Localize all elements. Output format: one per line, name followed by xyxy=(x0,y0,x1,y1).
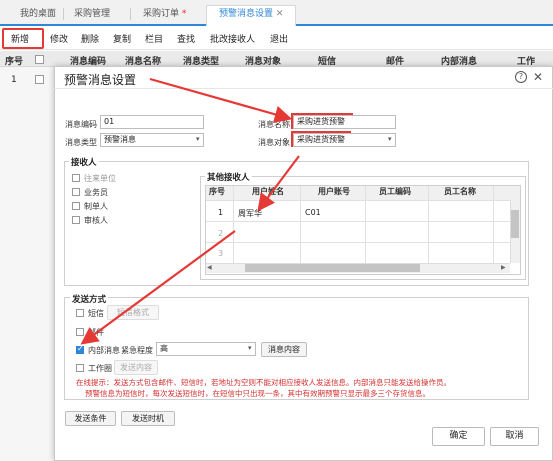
arrow-to-name xyxy=(149,77,293,123)
arrow-to-recipient xyxy=(257,155,300,212)
annotation-arrows xyxy=(80,77,300,345)
arrow-to-internal-message xyxy=(80,230,236,345)
